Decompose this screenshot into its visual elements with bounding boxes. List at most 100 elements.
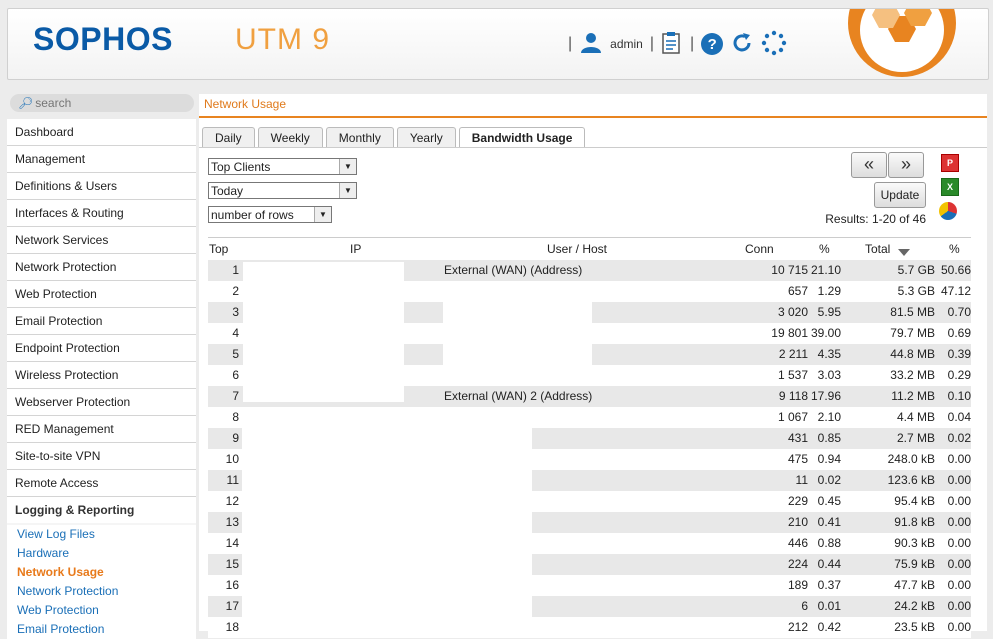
sort-desc-icon [898, 245, 910, 259]
sidebar-item-network-services[interactable]: Network Services [7, 227, 196, 254]
col-header-conn[interactable]: Conn [745, 242, 774, 256]
tab-weekly[interactable]: Weekly [257, 127, 323, 148]
sidebar-item-management[interactable]: Management [7, 146, 196, 173]
separator: | [690, 35, 695, 52]
cell-connections-pct: 0.44 [817, 557, 841, 571]
sidebar-item-site-to-site-vpn[interactable]: Site-to-site VPN [7, 443, 196, 470]
clipboard-icon[interactable] [661, 31, 683, 58]
cell-total: 79.7 MB [890, 326, 935, 340]
cell-rank: 11 [226, 473, 239, 487]
cell-rank: 18 [225, 620, 239, 634]
user-icon[interactable] [579, 32, 603, 57]
cell-total: 4.4 MB [896, 410, 935, 424]
col-header-conn-pct[interactable]: % [819, 242, 830, 256]
cell-rank: 8 [232, 410, 239, 424]
sidebar-item-endpoint-protection[interactable]: Endpoint Protection [7, 335, 196, 362]
col-header-total[interactable]: Total [865, 242, 890, 256]
cell-total: 91.8 kB [894, 515, 935, 529]
sidebar-item-dashboard[interactable]: Dashboard [7, 119, 196, 146]
tab-monthly[interactable]: Monthly [325, 127, 394, 148]
sidebar-subitem-web-protection[interactable]: Web Protection [7, 601, 196, 620]
cell-rank: 16 [225, 578, 239, 592]
cell-total-pct: 0.00 [947, 473, 971, 487]
help-icon[interactable]: ? [701, 33, 724, 55]
sidebar-group-logging-reporting[interactable]: Logging & Reporting [7, 497, 196, 523]
cell-rank: 1 [232, 263, 239, 277]
sidebar-item-red-management[interactable]: RED Management [7, 416, 196, 443]
cell-rank: 10 [225, 452, 239, 466]
table-header: Top IP User / Host Conn % Total % [208, 237, 971, 261]
cell-connections-pct: 0.37 [817, 578, 841, 592]
sidebar-subitem-network-protection[interactable]: Network Protection [7, 582, 196, 601]
product-name: UTM 9 [235, 23, 330, 56]
cell-rank: 7 [232, 389, 239, 403]
separator: | [568, 35, 573, 52]
sidebar-item-network-protection[interactable]: Network Protection [7, 254, 196, 281]
sidebar-subitem-network-usage[interactable]: Network Usage [7, 563, 196, 582]
chart-icon[interactable] [939, 202, 957, 220]
next-page-button[interactable]: » [888, 152, 924, 178]
previous-page-button[interactable]: « [851, 152, 887, 178]
cell-user-host: External (WAN) 2 (Address) [444, 389, 593, 403]
sidebar-item-wireless-protection[interactable]: Wireless Protection [7, 362, 196, 389]
cell-total: 33.2 MB [890, 368, 935, 382]
sidebar-subitem-hardware[interactable]: Hardware [7, 544, 196, 563]
tab-bandwidth-usage[interactable]: Bandwidth Usage [458, 127, 586, 148]
cell-connections: 3 020 [777, 305, 808, 319]
sidebar-item-email-protection[interactable]: Email Protection [7, 308, 196, 335]
col-header-ip[interactable]: IP [350, 242, 361, 256]
cell-total: 123.6 kB [887, 473, 935, 487]
cell-total-pct: 0.00 [947, 494, 971, 508]
cell-total: 23.5 kB [894, 620, 935, 634]
cell-total-pct: 0.00 [947, 515, 971, 529]
cell-rank: 2 [232, 284, 239, 298]
sidebar-subitem-view-log-files[interactable]: View Log Files [7, 525, 196, 544]
cell-connections-pct: 0.94 [817, 452, 841, 466]
cell-total: 90.3 kB [894, 536, 935, 550]
pdf-export-icon[interactable]: P [941, 154, 959, 172]
cell-connections: 431 [787, 431, 808, 445]
tab-bar: Daily Weekly Monthly Yearly Bandwidth Us… [202, 127, 586, 148]
cell-connections-pct: 17.96 [810, 389, 841, 403]
sidebar-item-web-protection[interactable]: Web Protection [7, 281, 196, 308]
main-panel: Daily Weekly Monthly Yearly Bandwidth Us… [199, 118, 987, 638]
time-range-select[interactable]: Today ▼ [208, 182, 357, 199]
username-label[interactable]: admin [610, 37, 643, 51]
cell-total: 5.3 GB [897, 284, 935, 298]
activity-spinner-icon [761, 30, 787, 59]
cell-total-pct: 0.29 [947, 368, 971, 382]
cell-total: 11.2 MB [891, 389, 935, 403]
excel-export-icon[interactable]: X [941, 178, 959, 196]
sidebar-item-definitions-users[interactable]: Definitions & Users [7, 173, 196, 200]
col-header-total-pct[interactable]: % [949, 242, 960, 256]
update-button[interactable]: Update [874, 182, 926, 208]
sidebar-item-interfaces-routing[interactable]: Interfaces & Routing [7, 200, 196, 227]
time-range-value: Today [211, 184, 244, 198]
cell-total-pct: 0.00 [947, 536, 971, 550]
search-input[interactable] [33, 96, 188, 110]
cell-total-pct: 0.04 [947, 410, 971, 424]
sidebar-item-remote-access[interactable]: Remote Access [7, 470, 196, 497]
cell-connections-pct: 0.01 [817, 599, 841, 613]
cell-rank: 15 [225, 557, 239, 571]
tab-yearly[interactable]: Yearly [396, 127, 456, 148]
page-title-bar: Network Usage [199, 94, 987, 118]
col-header-user-host[interactable]: User / Host [547, 242, 607, 256]
search-box[interactable]: 🔎︎ [10, 94, 194, 112]
col-header-top[interactable]: Top [209, 242, 228, 256]
cell-connections: 11 [795, 473, 808, 487]
cell-total: 2.7 MB [896, 431, 935, 445]
sidebar-sub-list: View Log Files Hardware Network Usage Ne… [7, 523, 196, 639]
report-type-select[interactable]: Top Clients ▼ [208, 158, 357, 175]
row-count-select[interactable]: number of rows ▼ [208, 206, 332, 223]
cell-connections-pct: 1.29 [817, 284, 841, 298]
cell-connections: 6 [801, 599, 808, 613]
cell-connections: 19 801 [771, 326, 808, 340]
refresh-icon[interactable] [730, 31, 754, 58]
sidebar-item-webserver-protection[interactable]: Webserver Protection [7, 389, 196, 416]
sidebar: Dashboard Management Definitions & Users… [7, 119, 196, 639]
cell-total-pct: 0.02 [947, 431, 971, 445]
tab-daily[interactable]: Daily [202, 127, 255, 148]
redacted-area [443, 284, 592, 381]
sidebar-subitem-email-protection[interactable]: Email Protection [7, 620, 196, 639]
